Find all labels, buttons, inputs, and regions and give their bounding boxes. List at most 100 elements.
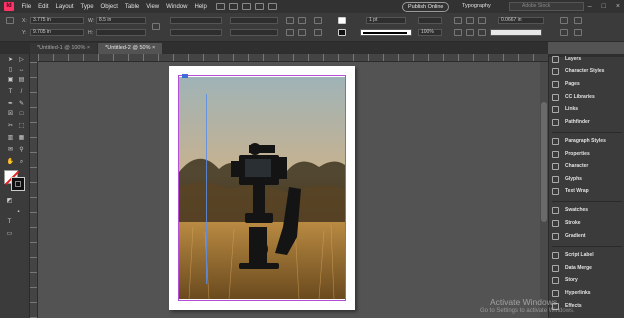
ruler-guide[interactable] <box>206 94 207 284</box>
object-style-select[interactable] <box>490 29 542 36</box>
menu-view[interactable]: View <box>146 4 159 10</box>
page-tool-icon[interactable]: ▯ <box>6 66 15 74</box>
panel-gradient[interactable]: Gradient <box>552 231 586 241</box>
menu-layout[interactable]: Layout <box>56 4 74 10</box>
fit-frame-icon[interactable] <box>466 17 474 24</box>
fit-content-icon[interactable] <box>454 17 462 24</box>
horizontal-ruler[interactable] <box>38 54 548 62</box>
panel-stroke[interactable]: Stroke <box>552 218 581 228</box>
hand-tool-icon[interactable]: ✋ <box>6 158 15 166</box>
flip-horizontal-icon[interactable] <box>286 29 294 36</box>
close-icon[interactable]: × <box>152 45 155 51</box>
tab-untitled-2[interactable]: *Untitled-2 @ 50% × <box>98 43 163 54</box>
y-field[interactable]: 9.705 in <box>30 29 84 36</box>
effects-field[interactable] <box>418 17 442 24</box>
select-container-icon[interactable] <box>314 17 322 24</box>
stroke-color-icon[interactable] <box>11 177 25 191</box>
apply-color-icon[interactable]: ▪ <box>14 208 23 216</box>
line-tool-icon[interactable]: / <box>17 88 26 96</box>
content-collector-icon[interactable]: ▣ <box>6 76 15 84</box>
select-content-icon[interactable] <box>314 29 322 36</box>
align-left-icon[interactable] <box>454 29 462 36</box>
x-field[interactable]: 3.775 in <box>30 17 84 24</box>
panel-menu-icon[interactable] <box>574 29 582 36</box>
frame-edge-handle[interactable] <box>182 74 188 78</box>
gradient-feather-tool-icon[interactable]: ▦ <box>17 134 26 142</box>
close-icon[interactable]: × <box>87 45 90 51</box>
menu-object[interactable]: Object <box>101 4 118 10</box>
panel-character-styles[interactable]: Character Styles <box>552 66 604 76</box>
vertical-scrollbar[interactable] <box>540 62 548 318</box>
pen-tool-icon[interactable]: ✒ <box>6 100 15 108</box>
panel-pages[interactable]: Pages <box>552 79 580 89</box>
stroke-swatch-icon[interactable] <box>338 29 346 36</box>
pencil-tool-icon[interactable]: ✎ <box>17 100 26 108</box>
scale-y-field[interactable] <box>170 29 222 36</box>
rectangle-frame-tool-icon[interactable]: ☒ <box>6 110 15 118</box>
frame-grid-icon[interactable] <box>560 17 568 24</box>
h-field[interactable] <box>96 29 146 36</box>
gradient-swatch-tool-icon[interactable]: ▥ <box>6 134 15 142</box>
align-right-icon[interactable] <box>478 29 486 36</box>
panel-properties[interactable]: Properties <box>552 149 590 159</box>
menu-edit[interactable]: Edit <box>38 4 48 10</box>
panel-pathfinder[interactable]: Pathfinder <box>552 117 590 127</box>
panel-glyphs[interactable]: Glyphs <box>552 174 582 184</box>
workspace-switcher[interactable]: Typography <box>462 2 491 11</box>
close-icon[interactable]: × <box>616 2 620 11</box>
scale-x-field[interactable] <box>170 17 222 24</box>
gap-tool-icon[interactable]: ↔ <box>17 66 26 74</box>
menu-table[interactable]: Table <box>125 4 139 10</box>
type-tool-icon[interactable]: T <box>6 88 15 96</box>
screen-mode-icon[interactable]: ▭ <box>5 230 14 238</box>
default-colors-icon[interactable]: ◩ <box>5 197 14 205</box>
panel-swatches[interactable]: Swatches <box>552 205 588 215</box>
panel-data-merge[interactable]: Data Merge <box>552 263 592 273</box>
panel-hyperlinks[interactable]: Hyperlinks <box>552 288 591 298</box>
panel-links[interactable]: Links <box>552 104 578 114</box>
free-transform-tool-icon[interactable]: ⬚ <box>17 122 26 130</box>
formatting-affects-text-icon[interactable]: T <box>5 218 14 226</box>
text-wrap-icon[interactable] <box>560 29 568 36</box>
gap-field[interactable]: 0.0667 in <box>498 17 544 24</box>
bridge-icon[interactable] <box>216 3 226 10</box>
panel-story[interactable]: Story <box>552 275 578 285</box>
shear-field[interactable] <box>230 29 278 36</box>
arrange-documents-icon[interactable] <box>268 3 278 10</box>
w-field[interactable]: 8.5 in <box>96 17 146 24</box>
flip-vertical-icon[interactable] <box>298 29 306 36</box>
menu-type[interactable]: Type <box>81 4 94 10</box>
stroke-weight-field[interactable]: 1 pt <box>366 17 406 24</box>
note-tool-icon[interactable]: ✉ <box>6 146 15 154</box>
view-options-icon[interactable] <box>242 3 252 10</box>
screen-mode-icon[interactable] <box>255 3 265 10</box>
constrain-proportions-icon[interactable] <box>152 23 160 30</box>
tab-untitled-1[interactable]: *Untitled-1 @ 100% × <box>30 43 98 54</box>
scroll-thumb[interactable] <box>541 102 547 222</box>
selection-tool-icon[interactable]: ➤ <box>6 56 15 64</box>
rotation-field[interactable] <box>230 17 278 24</box>
maximize-icon[interactable]: □ <box>602 2 606 11</box>
rotate-ccw-icon[interactable] <box>298 17 306 24</box>
fill-swatch-icon[interactable] <box>338 17 346 24</box>
adobe-stock-search[interactable]: Adobe Stock <box>509 2 584 11</box>
panel-paragraph-styles[interactable]: Paragraph Styles <box>552 136 606 146</box>
zoom-level-icon[interactable] <box>229 3 239 10</box>
content-placer-icon[interactable]: ▤ <box>17 76 26 84</box>
zoom-tool-icon[interactable]: ⌕ <box>17 158 26 166</box>
minimize-icon[interactable]: – <box>588 2 592 11</box>
menu-file[interactable]: File <box>22 4 32 10</box>
ruler-origin[interactable] <box>30 54 38 62</box>
panel-script-label[interactable]: Script Label <box>552 250 594 260</box>
reference-point-icon[interactable] <box>6 17 14 24</box>
eyedropper-tool-icon[interactable]: ⚲ <box>17 146 26 154</box>
rectangle-tool-icon[interactable]: □ <box>17 110 26 118</box>
align-center-icon[interactable] <box>466 29 474 36</box>
opacity-field[interactable]: 100% <box>418 29 442 36</box>
panel-text-wrap[interactable]: Text Wrap <box>552 186 589 196</box>
auto-fit-icon[interactable] <box>574 17 582 24</box>
menu-window[interactable]: Window <box>166 4 187 10</box>
publish-online-button[interactable]: Publish Online <box>402 2 450 12</box>
fill-frame-icon[interactable] <box>478 17 486 24</box>
panel-cc-libraries[interactable]: CC Libraries <box>552 92 595 102</box>
